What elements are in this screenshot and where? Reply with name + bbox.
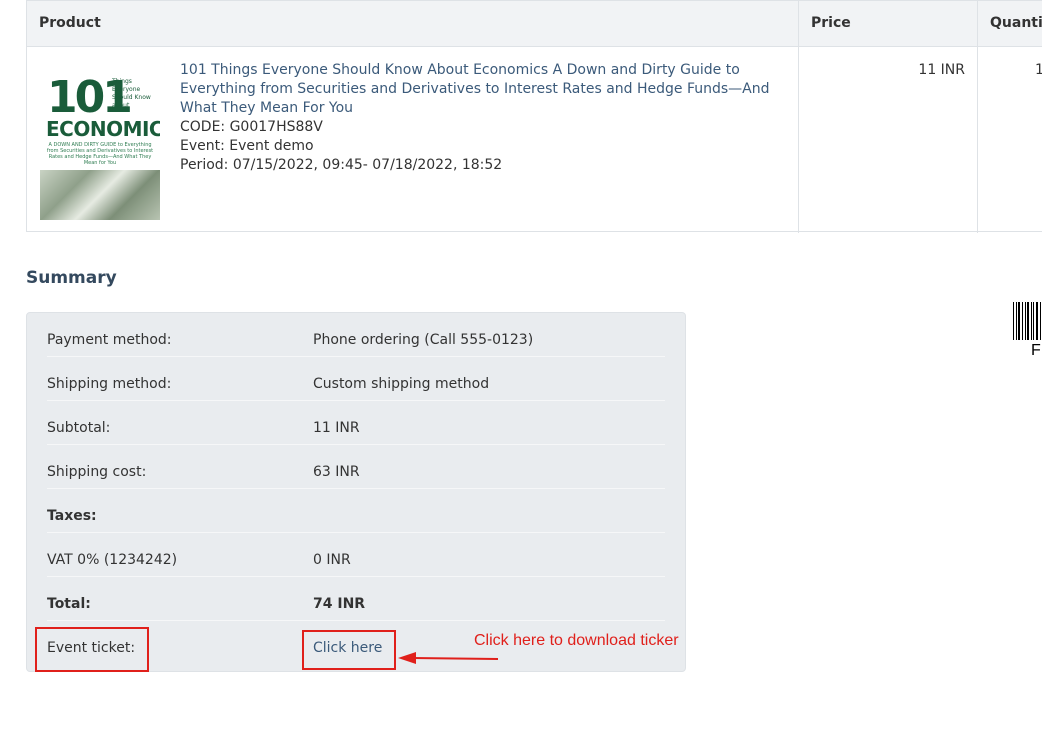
summary-label: Payment method: bbox=[47, 332, 172, 348]
annotation-text: Click here to download ticker bbox=[474, 632, 679, 649]
summary-row-taxes: Taxes: bbox=[47, 489, 665, 533]
table-header: Product Price Quantit bbox=[27, 1, 1042, 47]
summary-row-shipping-cost: Shipping cost: 63 INR bbox=[47, 445, 665, 489]
header-product: Product bbox=[39, 15, 101, 31]
product-price: 11 INR bbox=[918, 62, 965, 78]
product-thumbnail[interactable]: 101 Things Everyone Should Know about EC… bbox=[40, 74, 160, 220]
barcode-text: F bbox=[1031, 342, 1041, 359]
product-code: CODE: G0017HS88V bbox=[180, 119, 323, 135]
summary-value: 0 INR bbox=[313, 552, 351, 568]
barcode-image bbox=[1013, 302, 1042, 340]
summary-row-payment: Payment method: Phone ordering (Call 555… bbox=[47, 313, 665, 357]
header-price: Price bbox=[811, 15, 851, 31]
summary-label: Shipping cost: bbox=[47, 464, 147, 480]
product-table: Product Price Quantit 101 Things Everyon… bbox=[26, 0, 1042, 233]
thumbnail-title: ECONOMICS bbox=[46, 117, 160, 141]
product-info: 101 Things Everyone Should Know About Ec… bbox=[180, 61, 780, 175]
summary-row-total: Total: 74 INR bbox=[47, 577, 665, 621]
summary-value: 11 INR bbox=[313, 420, 360, 436]
summary-row-vat: VAT 0% (1234242) 0 INR bbox=[47, 533, 665, 577]
arrow-icon bbox=[398, 652, 499, 664]
summary-row-subtotal: Subtotal: 11 INR bbox=[47, 401, 665, 445]
product-name-link[interactable]: 101 Things Everyone Should Know About Ec… bbox=[180, 61, 780, 118]
product-event: Event: Event demo bbox=[180, 138, 314, 154]
summary-label: Total: bbox=[47, 596, 91, 612]
highlight-box-link bbox=[302, 630, 396, 670]
header-quantity: Quantit bbox=[990, 15, 1042, 31]
product-period: Period: 07/15/2022, 09:45- 07/18/2022, 1… bbox=[180, 157, 503, 173]
summary-value: Phone ordering (Call 555-0123) bbox=[313, 332, 534, 348]
money-image bbox=[40, 170, 160, 220]
column-divider bbox=[977, 1, 978, 233]
summary-box: Payment method: Phone ordering (Call 555… bbox=[26, 312, 686, 672]
thumbnail-subtitle: A DOWN AND DIRTY GUIDE to Everything fro… bbox=[46, 142, 154, 166]
summary-title: Summary bbox=[26, 268, 117, 288]
summary-value: 63 INR bbox=[313, 464, 360, 480]
column-divider bbox=[798, 1, 799, 233]
summary-value: 74 INR bbox=[313, 596, 366, 612]
summary-label: VAT 0% (1234242) bbox=[47, 552, 178, 568]
summary-row-shipping-method: Shipping method: Custom shipping method bbox=[47, 357, 665, 401]
summary-label: Taxes: bbox=[47, 508, 97, 524]
summary-label: Subtotal: bbox=[47, 420, 111, 436]
summary-label: Shipping method: bbox=[47, 376, 172, 392]
thumbnail-small-text: Things Everyone Should Know about bbox=[112, 78, 151, 109]
highlight-box-label bbox=[35, 627, 149, 672]
summary-value: Custom shipping method bbox=[313, 376, 490, 392]
product-quantity: 1 bbox=[1035, 62, 1042, 78]
